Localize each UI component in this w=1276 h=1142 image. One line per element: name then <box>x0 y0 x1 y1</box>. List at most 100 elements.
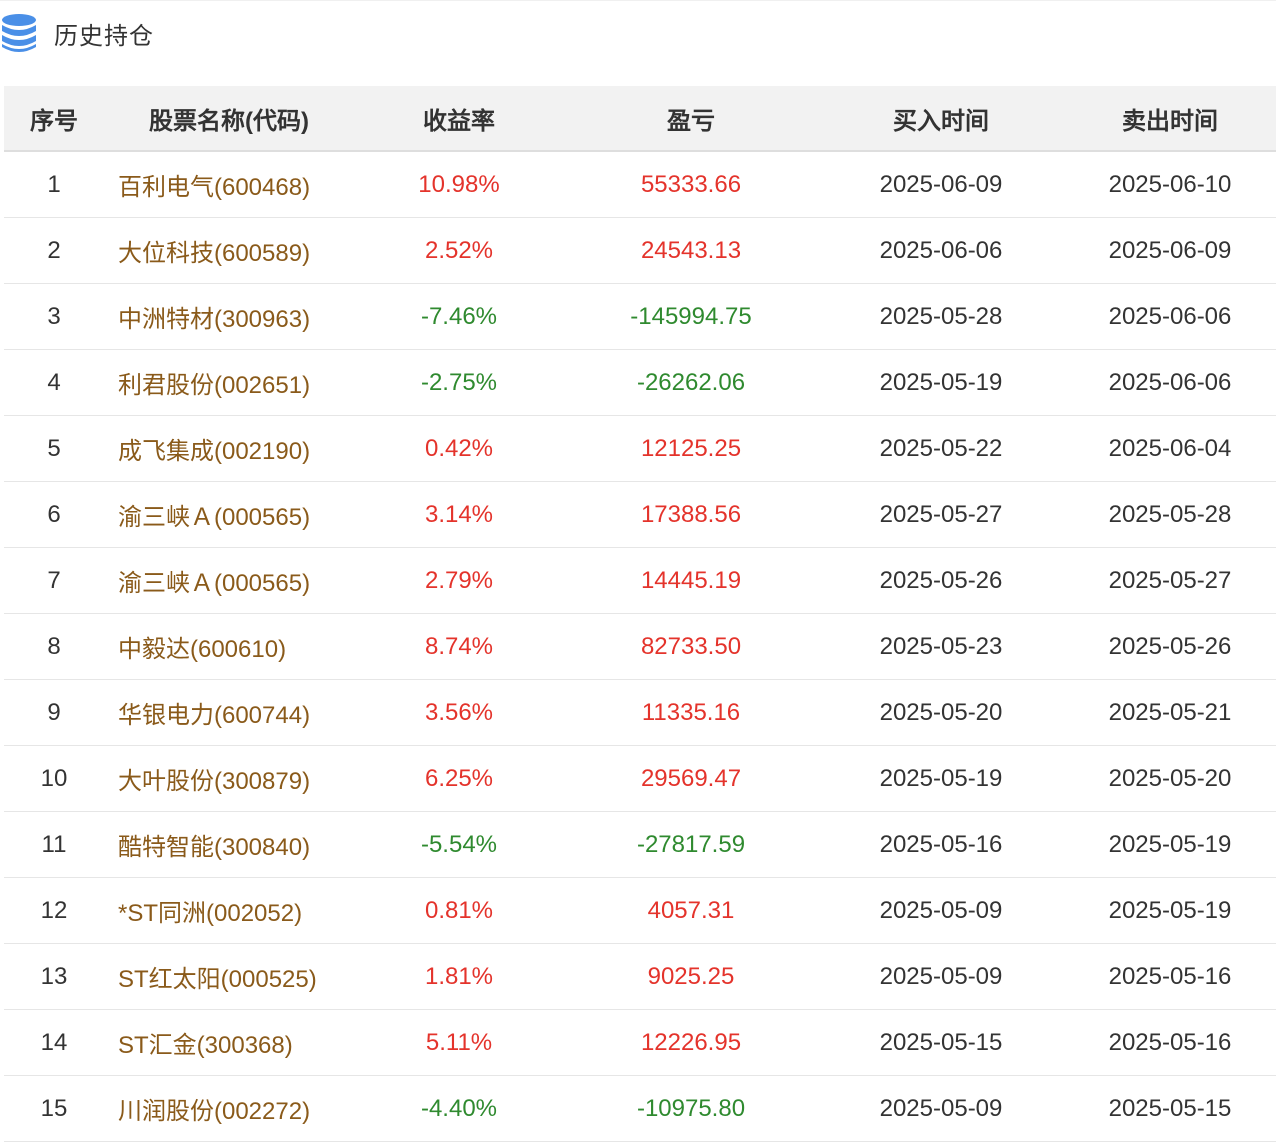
buy-date-cell: 2025-06-09 <box>818 151 1064 218</box>
sell-date-cell: 2025-05-16 <box>1064 943 1276 1010</box>
stock-name-link[interactable]: 华银电力(600744) <box>118 702 310 729</box>
table-row: 4 利君股份(002651) -2.75% -26262.06 2025-05-19 20… <box>4 349 1276 416</box>
return-rate: 2.79% <box>424 566 494 594</box>
profit-loss: 9025.25 <box>647 962 735 990</box>
stock-name-link[interactable]: 大位科技(600589) <box>118 240 310 267</box>
sell-date: 2025-05-26 <box>1108 632 1232 660</box>
stock-name-link-cell: 华银电力(600744) <box>104 679 354 746</box>
sell-date: 2025-05-15 <box>1108 1094 1232 1122</box>
stock-name-link[interactable]: 大叶股份(300879) <box>118 768 310 795</box>
profit-loss: 4057.31 <box>647 896 735 924</box>
profit-loss-cell: -27817.59 <box>564 811 818 878</box>
return-rate-cell: 2.79% <box>354 547 564 614</box>
profit-loss: -27817.59 <box>636 830 746 858</box>
row-index: 15 <box>40 1094 68 1122</box>
stock-name-link[interactable]: 渝三峡Ａ(000565) <box>118 570 310 597</box>
profit-loss-cell: 9025.25 <box>564 943 818 1010</box>
sell-date-cell: 2025-06-06 <box>1064 349 1276 416</box>
profit-loss-cell: 14445.19 <box>564 547 818 614</box>
stock-name-link-cell: 川润股份(002272) <box>104 1075 354 1142</box>
row-index: 1 <box>47 170 61 198</box>
stock-name-link-cell: 百利电气(600468) <box>104 151 354 218</box>
profit-loss-cell: 29569.47 <box>564 745 818 812</box>
sell-date-cell: 2025-05-15 <box>1064 1075 1276 1142</box>
return-rate: 3.14% <box>424 500 494 528</box>
profit-loss: 24543.13 <box>640 236 742 264</box>
sell-date-cell: 2025-05-20 <box>1064 745 1276 812</box>
row-index: 11 <box>41 830 67 858</box>
profit-loss-cell: 17388.56 <box>564 481 818 548</box>
return-rate-cell: 10.98% <box>354 151 564 218</box>
table-row: 13 ST红太阳(000525) 1.81% 9025.25 2025-05-09 202… <box>4 943 1276 1010</box>
database-icon <box>2 14 36 52</box>
return-rate: -7.46% <box>420 302 498 330</box>
row-index-cell: 14 <box>4 1009 104 1076</box>
buy-date: 2025-05-23 <box>879 632 1003 660</box>
row-index-cell: 8 <box>4 613 104 680</box>
buy-date: 2025-05-09 <box>879 896 1003 924</box>
buy-date-cell: 2025-05-09 <box>818 877 1064 944</box>
stock-name-link[interactable]: 成飞集成(002190) <box>118 438 310 465</box>
table-body: 1 百利电气(600468) 10.98% 55333.66 2025-06-09 202… <box>4 151 1276 1142</box>
holdings-table: 序号 股票名称(代码) 收益率 盈亏 买入时间 卖出时间 1 百利电气(60046… <box>4 86 1276 1142</box>
return-rate-cell: 6.25% <box>354 745 564 812</box>
profit-loss-cell: 12226.95 <box>564 1009 818 1076</box>
buy-date: 2025-05-19 <box>879 368 1003 396</box>
sell-date: 2025-05-19 <box>1108 830 1232 858</box>
profit-loss-cell: 4057.31 <box>564 877 818 944</box>
sell-date-cell: 2025-05-26 <box>1064 613 1276 680</box>
stock-name-link[interactable]: 渝三峡Ａ(000565) <box>118 504 310 531</box>
stock-name-link-cell: 酷特智能(300840) <box>104 811 354 878</box>
stock-name-link-cell: 渝三峡Ａ(000565) <box>104 481 354 548</box>
sell-date-cell: 2025-05-16 <box>1064 1009 1276 1076</box>
table-row: 7 渝三峡Ａ(000565) 2.79% 14445.19 2025-05-26 2025… <box>4 547 1276 614</box>
buy-date-cell: 2025-05-27 <box>818 481 1064 548</box>
stock-name-link[interactable]: *ST同洲(002052) <box>118 900 302 927</box>
stock-name-link-cell: *ST同洲(002052) <box>104 877 354 944</box>
profit-loss: 29569.47 <box>640 764 742 792</box>
buy-date-cell: 2025-05-19 <box>818 349 1064 416</box>
stock-name-link[interactable]: 中洲特材(300963) <box>118 306 310 333</box>
column-header-sell-date: 卖出时间 <box>1064 86 1276 152</box>
stock-name-link-cell: 渝三峡Ａ(000565) <box>104 547 354 614</box>
stock-name-link[interactable]: 川润股份(002272) <box>118 1098 310 1125</box>
stock-name-link[interactable]: 中毅达(600610) <box>118 636 286 663</box>
row-index: 9 <box>47 698 61 726</box>
sell-date: 2025-05-16 <box>1108 962 1232 990</box>
return-rate-cell: -5.54% <box>354 811 564 878</box>
return-rate: -4.40% <box>420 1094 498 1122</box>
stock-name-link[interactable]: ST红太阳(000525) <box>118 966 317 993</box>
sell-date: 2025-05-28 <box>1108 500 1232 528</box>
buy-date-cell: 2025-05-16 <box>818 811 1064 878</box>
return-rate: 1.81% <box>424 962 494 990</box>
table-row: 15 川润股份(002272) -4.40% -10975.80 2025-05-09 2… <box>4 1075 1276 1142</box>
section-title: 历史持仓 <box>54 23 154 50</box>
sell-date: 2025-05-19 <box>1108 896 1232 924</box>
return-rate: 0.42% <box>424 434 494 462</box>
buy-date: 2025-05-09 <box>879 962 1003 990</box>
buy-date: 2025-05-22 <box>879 434 1003 462</box>
table-row: 6 渝三峡Ａ(000565) 3.14% 17388.56 2025-05-27 2025… <box>4 481 1276 548</box>
column-header-return: 收益率 <box>354 86 564 152</box>
sell-date: 2025-06-09 <box>1108 236 1232 264</box>
stock-name-link[interactable]: ST汇金(300368) <box>118 1032 293 1059</box>
column-header-buy-date: 买入时间 <box>818 86 1064 152</box>
row-index: 13 <box>40 962 68 990</box>
table-header: 序号 股票名称(代码) 收益率 盈亏 买入时间 卖出时间 <box>4 86 1276 152</box>
buy-date-cell: 2025-05-19 <box>818 745 1064 812</box>
sell-date: 2025-06-06 <box>1108 368 1232 396</box>
return-rate-cell: 5.11% <box>354 1009 564 1076</box>
return-rate: 2.52% <box>424 236 494 264</box>
stock-name-link[interactable]: 利君股份(002651) <box>118 372 310 399</box>
profit-loss-cell: 82733.50 <box>564 613 818 680</box>
sell-date-cell: 2025-06-06 <box>1064 283 1276 350</box>
sell-date-cell: 2025-05-19 <box>1064 877 1276 944</box>
table-row: 2 大位科技(600589) 2.52% 24543.13 2025-06-06 2025… <box>4 217 1276 284</box>
profit-loss-cell: 24543.13 <box>564 217 818 284</box>
row-index-cell: 3 <box>4 283 104 350</box>
sell-date-cell: 2025-05-19 <box>1064 811 1276 878</box>
stock-name-link[interactable]: 酷特智能(300840) <box>118 834 310 861</box>
stock-name-link[interactable]: 百利电气(600468) <box>118 174 310 201</box>
stock-name-link-cell: 中洲特材(300963) <box>104 283 354 350</box>
return-rate: -2.75% <box>420 368 498 396</box>
